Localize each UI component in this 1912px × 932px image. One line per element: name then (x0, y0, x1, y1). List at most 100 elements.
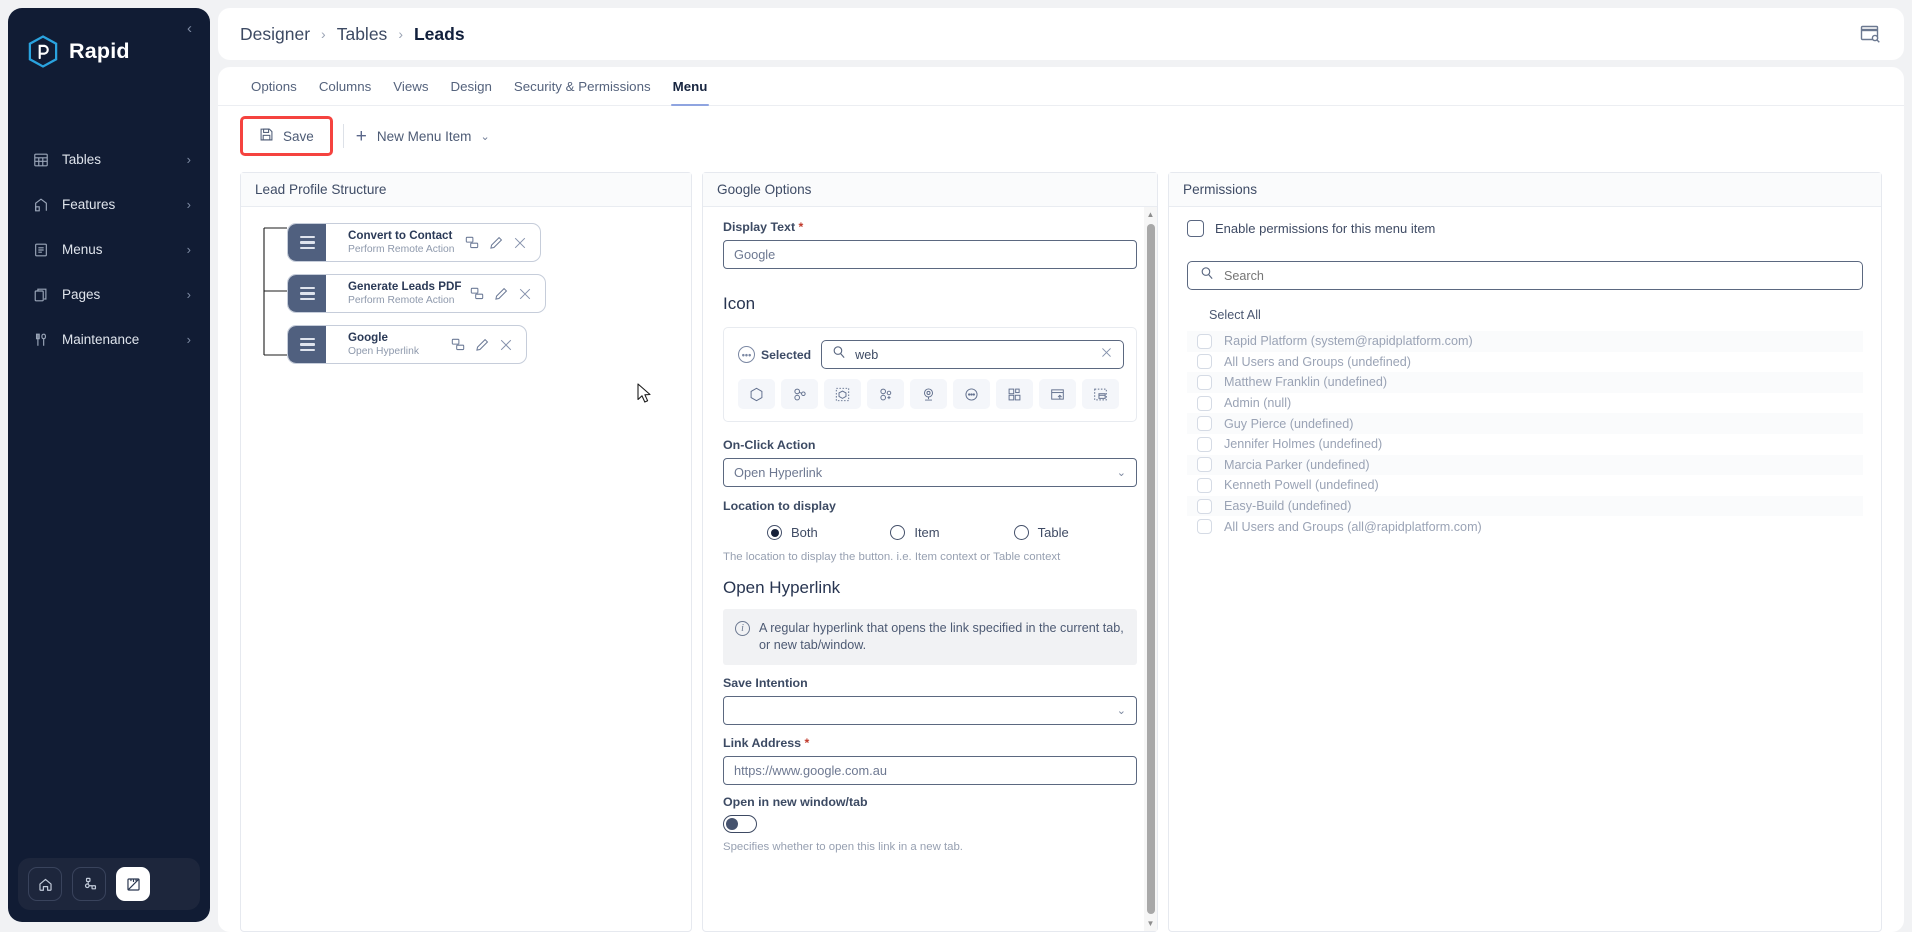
window-search-icon[interactable] (1858, 24, 1882, 44)
molecule-icon[interactable] (781, 379, 818, 409)
icon-picker: ••• Selected (723, 327, 1137, 422)
list-item[interactable]: Easy-Build (undefined) (1187, 495, 1863, 517)
breadcrumb-designer[interactable]: Designer (240, 24, 310, 45)
list-item[interactable]: Guy Pierce (undefined) (1187, 413, 1863, 434)
scrollbar-thumb[interactable] (1146, 224, 1155, 914)
list-item[interactable]: Marcia Parker (undefined) (1187, 454, 1863, 476)
sidebar-item-maintenance[interactable]: Maintenance › (8, 324, 210, 355)
drag-handle-icon[interactable] (288, 275, 326, 312)
list-item[interactable]: Kenneth Powell (undefined) (1187, 475, 1863, 496)
selected-label: Selected (761, 347, 812, 362)
sidebar-item-tables[interactable]: Tables › (8, 144, 210, 175)
list-item[interactable]: Matthew Franklin (undefined) (1187, 372, 1863, 393)
edit-pencil-icon[interactable] (475, 338, 489, 352)
permission-user-label: All Users and Groups (all@rapidplatform.… (1224, 519, 1482, 534)
sitemap-icon[interactable] (72, 867, 106, 901)
drag-handle-icon[interactable] (288, 326, 326, 363)
link-address-label-text: Link Address (723, 736, 802, 750)
sidebar-item-features[interactable]: Features › (8, 189, 210, 220)
hexagon-outline-icon[interactable] (738, 379, 775, 409)
duplicate-icon[interactable] (465, 236, 479, 250)
select-all-checkbox[interactable]: Select All (1187, 303, 1863, 327)
sidebar: ‹ Rapid Tables › Features › Menus › Page… (0, 0, 218, 932)
chevron-down-icon: ⌄ (480, 130, 490, 143)
home-icon[interactable] (28, 867, 62, 901)
list-item[interactable]: Admin (null) (1187, 393, 1863, 414)
hyperlink-info-text: A regular hyperlink that opens the link … (759, 621, 1124, 652)
right-panel-body: Enable permissions for this menu item Se… (1169, 207, 1881, 931)
chevron-right-icon: › (186, 197, 191, 212)
icon-search-input[interactable] (855, 347, 1091, 362)
chevron-right-icon: › (186, 332, 191, 347)
scroll-up-arrow-icon[interactable]: ▲ (1147, 207, 1155, 222)
permissions-search-input[interactable] (1224, 268, 1850, 283)
webcam-icon[interactable] (910, 379, 947, 409)
designer-icon[interactable] (116, 867, 150, 901)
onclick-action-value: Open Hyperlink (734, 465, 823, 480)
tabs: Options Columns Views Design Security & … (218, 67, 1904, 106)
table-row[interactable]: Convert to Contact Perform Remote Action (287, 223, 541, 262)
drag-handle-icon[interactable] (288, 224, 326, 261)
sidebar-nav: Tables › Features › Menus › Pages › Main… (8, 120, 210, 355)
delete-x-icon[interactable] (499, 338, 513, 352)
open-new-window-hint: Specifies whether to open this link in a… (723, 841, 963, 853)
link-address-input[interactable] (723, 756, 1137, 785)
duplicate-icon[interactable] (451, 338, 465, 352)
delete-x-icon[interactable] (518, 287, 532, 301)
clear-x-icon[interactable] (1100, 346, 1113, 364)
permission-user-label: Kenneth Powell (undefined) (1224, 478, 1379, 493)
duplicate-icon[interactable] (470, 287, 484, 301)
list-item[interactable]: Jennifer Holmes (undefined) (1187, 434, 1863, 455)
molecule-add-icon[interactable] (867, 379, 904, 409)
tab-menu[interactable]: Menu (662, 67, 719, 106)
save-intention-select[interactable]: ⌄ (723, 696, 1137, 725)
table-icon (32, 151, 49, 168)
edit-pencil-icon[interactable] (489, 236, 503, 250)
tab-columns[interactable]: Columns (308, 67, 382, 105)
tab-design[interactable]: Design (440, 67, 503, 105)
save-button[interactable]: Save (245, 121, 328, 151)
list-item[interactable]: Rapid Platform (system@rapidplatform.com… (1187, 331, 1863, 352)
open-new-window-toggle[interactable] (723, 815, 757, 833)
tab-options[interactable]: Options (240, 67, 308, 105)
enable-permissions-checkbox[interactable]: Enable permissions for this menu item (1187, 220, 1863, 237)
icon-results-grid (738, 379, 1124, 409)
node-subtitle: Perform Remote Action (348, 244, 455, 256)
list-item[interactable]: All Users and Groups (all@rapidplatform.… (1187, 516, 1863, 537)
tab-views[interactable]: Views (382, 67, 439, 105)
window-upload-icon[interactable] (1039, 379, 1076, 409)
checkbox-icon (1187, 220, 1204, 237)
menu-tree: Convert to Contact Perform Remote Action (241, 207, 691, 364)
table-row[interactable]: Google Open Hyperlink (287, 325, 527, 364)
scroll-down-arrow-icon[interactable]: ▼ (1147, 916, 1155, 931)
delete-x-icon[interactable] (513, 236, 527, 250)
radio-option-table[interactable]: Table (1013, 525, 1137, 540)
sidebar-inner: ‹ Rapid Tables › Features › Menus › Page… (8, 8, 210, 922)
circle-ellipsis-icon[interactable] (953, 379, 990, 409)
permissions-form: Enable permissions for this menu item Se… (1169, 207, 1881, 537)
widgets-icon[interactable] (996, 379, 1033, 409)
node-text: Convert to Contact Perform Remote Action (326, 224, 465, 261)
radio-option-both[interactable]: Both (767, 525, 890, 540)
new-menu-item-button[interactable]: + New Menu Item ⌄ (356, 127, 490, 146)
window-dashed-icon[interactable] (1082, 379, 1119, 409)
edit-pencil-icon[interactable] (494, 287, 508, 301)
scrollbar-vertical[interactable]: ▲ ▼ (1144, 207, 1157, 931)
table-row[interactable]: Generate Leads PDF Perform Remote Action (287, 274, 546, 313)
selection-hexagon-icon[interactable] (824, 379, 861, 409)
sidebar-item-menus[interactable]: Menus › (8, 234, 210, 265)
onclick-action-select[interactable]: Open Hyperlink ⌄ (723, 458, 1137, 487)
breadcrumb-tables[interactable]: Tables (337, 24, 388, 45)
tab-security-permissions[interactable]: Security & Permissions (503, 67, 662, 105)
permissions-search-box[interactable] (1187, 261, 1863, 290)
icon-search-box[interactable] (821, 340, 1124, 369)
sidebar-collapse-icon[interactable]: ‹ (181, 18, 198, 39)
display-text-input[interactable] (723, 240, 1137, 269)
node-actions (465, 224, 540, 261)
list-item[interactable]: All Users and Groups (undefined) (1187, 352, 1863, 373)
sidebar-label: Maintenance (62, 332, 140, 347)
radio-option-item[interactable]: Item (890, 525, 1013, 540)
sidebar-item-pages[interactable]: Pages › (8, 279, 210, 310)
permission-user-label: Matthew Franklin (undefined) (1224, 375, 1388, 390)
